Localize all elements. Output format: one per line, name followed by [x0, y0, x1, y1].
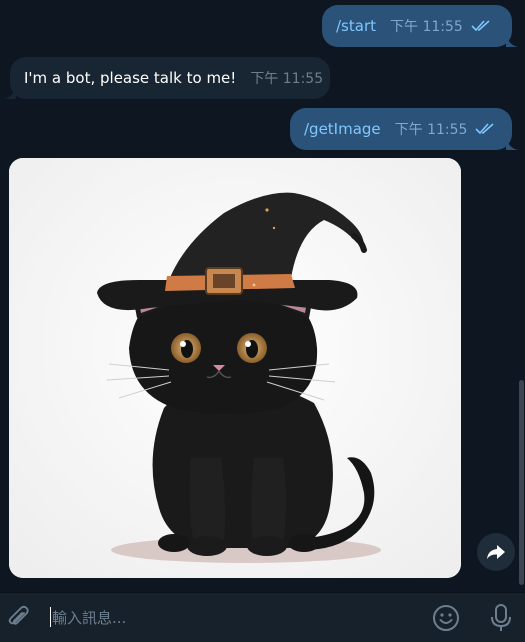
message-in-bot-reply[interactable]: I'm a bot, please talk to me! 下午 11:55	[4, 57, 330, 99]
double-check-icon	[475, 123, 495, 135]
bubble-tail	[4, 85, 16, 99]
message-text: I'm a bot, please talk to me!	[24, 69, 237, 87]
share-arrow-icon	[487, 545, 505, 559]
message-meta: 下午 11:55	[390, 16, 491, 36]
message-input[interactable]	[50, 602, 414, 634]
message-time: 下午 11:55	[250, 71, 324, 87]
message-time: 下午 11:55	[394, 122, 468, 138]
chat-area: /start 下午 11:55 I'm a bot, please talk t…	[0, 0, 525, 592]
forward-button[interactable]	[477, 533, 515, 571]
message-time: 下午 11:55	[390, 19, 463, 35]
microphone-icon[interactable]	[489, 603, 513, 633]
message-out-getimage[interactable]: /getImage 下午 11:55	[290, 108, 518, 150]
bubble-tail	[506, 33, 518, 47]
bubble-tail	[506, 136, 518, 150]
image-message[interactable]	[9, 158, 461, 578]
message-text: /start	[336, 17, 376, 35]
chat-scrollbar[interactable]	[519, 380, 524, 585]
message-out-start[interactable]: /start 下午 11:55	[322, 5, 518, 47]
message-meta: 下午 11:55	[395, 119, 496, 139]
black-cat-witch-hat-illustration	[9, 158, 461, 578]
message-composer	[0, 592, 525, 642]
paperclip-icon[interactable]	[6, 605, 32, 631]
smiley-icon[interactable]	[432, 604, 460, 632]
message-text: /getImage	[304, 120, 381, 138]
message-meta: 下午 11:55	[250, 68, 323, 88]
double-check-icon	[471, 20, 491, 32]
